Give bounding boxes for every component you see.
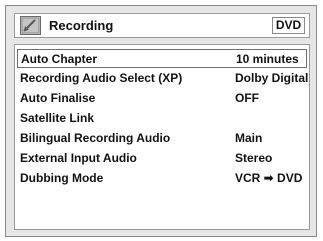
- menu-header: Recording DVD: [14, 13, 310, 38]
- setting-value: Stereo: [235, 151, 273, 165]
- setting-label: Recording Audio Select (XP): [20, 71, 183, 85]
- recording-menu-screen: Recording DVD Auto Chapter 10 minutes Re…: [5, 5, 317, 237]
- setting-label: Auto Chapter: [21, 52, 97, 66]
- setting-value: VCR ➡ DVD: [235, 171, 303, 185]
- setting-row-recording-audio-select[interactable]: Recording Audio Select (XP) Dolby Digita…: [17, 69, 309, 88]
- setting-label: Auto Finalise: [20, 91, 96, 105]
- disc-type-badge: DVD: [272, 17, 305, 34]
- setting-row-bilingual-recording-audio[interactable]: Bilingual Recording Audio Main: [17, 129, 307, 148]
- page-title: Recording: [49, 18, 114, 33]
- setting-label: Satellite Link: [20, 111, 95, 125]
- setting-row-dubbing-mode[interactable]: Dubbing Mode VCR ➡ DVD: [17, 169, 307, 188]
- setting-row-auto-chapter[interactable]: Auto Chapter 10 minutes: [17, 49, 307, 68]
- setting-value: 10 minutes: [236, 52, 299, 66]
- setting-label: External Input Audio: [20, 151, 137, 165]
- setting-row-satellite-link[interactable]: Satellite Link: [17, 109, 307, 128]
- recording-folder-icon: [20, 16, 41, 35]
- setting-value: OFF: [235, 91, 259, 105]
- setting-label: Bilingual Recording Audio: [20, 131, 171, 145]
- setting-label: Dubbing Mode: [20, 171, 104, 185]
- setting-value: Dolby Digital: [235, 71, 309, 85]
- setting-row-external-input-audio[interactable]: External Input Audio Stereo: [17, 149, 307, 168]
- setting-value: Main: [235, 131, 263, 145]
- settings-list: Auto Chapter 10 minutes Recording Audio …: [14, 44, 310, 230]
- setting-row-auto-finalise[interactable]: Auto Finalise OFF: [17, 89, 307, 108]
